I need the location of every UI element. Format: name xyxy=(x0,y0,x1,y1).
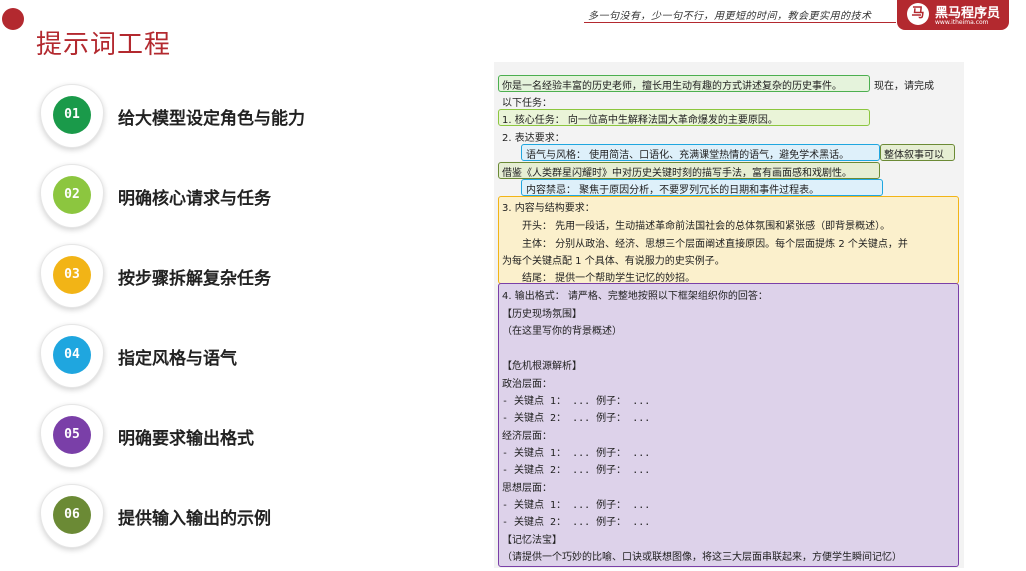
prompt-line: - 关键点 1： ... 例子： ... xyxy=(502,448,651,459)
prompt-line: 结尾： 提供一个帮助学生记忆的妙招。 xyxy=(522,273,696,284)
prompt-line: 4. 输出格式： 请严格、完整地按照以下框架组织你的回答： xyxy=(502,291,768,302)
prompt-line: 现在，请完成 xyxy=(874,81,934,92)
step-item-6: 06 提供输入输出的示例 xyxy=(40,484,480,552)
step-label: 明确核心请求与任务 xyxy=(118,189,271,209)
step-item-4: 04 指定风格与语气 xyxy=(40,324,480,392)
prompt-line: 思想层面： xyxy=(502,483,552,494)
step-number-badge: 04 xyxy=(53,336,91,374)
prompt-line: 整体叙事可以 xyxy=(884,150,944,161)
prompt-line: 1. 核心任务： 向一位高中生解释法国大革命爆发的主要原因。 xyxy=(502,115,778,126)
prompt-line: - 关键点 1： ... 例子： ... xyxy=(502,396,651,407)
slogan-underline xyxy=(584,22,896,23)
step-number-badge: 05 xyxy=(53,416,91,454)
prompt-line: - 关键点 2： ... 例子： ... xyxy=(502,413,651,424)
prompt-line: 【记忆法宝】 xyxy=(502,535,562,546)
title-bullet-dot xyxy=(2,8,24,30)
step-number-badge: 02 xyxy=(53,176,91,214)
step-item-1: 01 给大模型设定角色与能力 xyxy=(40,84,480,152)
prompt-line: 主体： 分别从政治、经济、思想三个层面阐述直接原因。每个层面提炼 2 个关键点，… xyxy=(522,239,908,250)
prompt-line: 语气与风格： 使用简洁、口语化、充满课堂热情的语气，避免学术黑话。 xyxy=(526,150,850,161)
step-label: 给大模型设定角色与能力 xyxy=(118,109,305,129)
brand-logo: 马 黑马程序员 www.itheima.com xyxy=(897,0,1009,30)
prompt-line: 以下任务： xyxy=(502,98,552,109)
step-item-3: 03 按步骤拆解复杂任务 xyxy=(40,244,480,312)
prompt-line: （在这里写你的背景概述） xyxy=(502,326,622,337)
header-slogan: 多一句没有，少一句不行，用更短的时间，教会更实用的技术 xyxy=(588,11,872,22)
step-label: 明确要求输出格式 xyxy=(118,429,254,449)
prompt-line: 借鉴《人类群星闪耀时》中对历史关键时刻的描写手法，富有画面感和戏剧性。 xyxy=(502,168,852,179)
step-number-badge: 03 xyxy=(53,256,91,294)
step-label: 按步骤拆解复杂任务 xyxy=(118,269,271,289)
prompt-line: 为每个关键点配 1 个具体、有说服力的史实例子。 xyxy=(502,256,725,267)
prompt-line: 内容禁忌： 聚焦于原因分析，不要罗列冗长的日期和事件过程表。 xyxy=(526,185,820,196)
logo-url: www.itheima.com xyxy=(935,19,989,26)
step-item-2: 02 明确核心请求与任务 xyxy=(40,164,480,232)
step-label: 提供输入输出的示例 xyxy=(118,509,271,529)
prompt-line: - 关键点 2： ... 例子： ... xyxy=(502,517,651,528)
prompt-line: 你是一名经验丰富的历史老师，擅长用生动有趣的方式讲述复杂的历史事件。 xyxy=(502,81,842,92)
prompt-line: 3. 内容与结构要求： xyxy=(502,203,595,214)
prompt-line: 【危机根源解析】 xyxy=(502,361,582,372)
prompt-line: 2. 表达要求： xyxy=(502,133,565,144)
step-number-badge: 01 xyxy=(53,96,91,134)
step-label: 指定风格与语气 xyxy=(118,349,237,369)
prompt-line: 开头： 先用一段话，生动描述革命前法国社会的总体氛围和紧张感（即背景概述）。 xyxy=(522,221,891,232)
prompt-line: - 关键点 2： ... 例子： ... xyxy=(502,465,651,476)
prompt-line: 政治层面： xyxy=(502,379,552,390)
page-title: 提示词工程 xyxy=(36,30,172,60)
horse-logo-icon: 马 xyxy=(907,3,929,25)
prompt-line: （请提供一个巧妙的比喻、口诀或联想图像，将这三大层面串联起来，方便学生瞬间记忆） xyxy=(502,552,902,563)
prompt-line: - 关键点 1： ... 例子： ... xyxy=(502,500,651,511)
prompt-line: 【历史现场氛围】 xyxy=(502,309,582,320)
step-item-5: 05 明确要求输出格式 xyxy=(40,404,480,472)
step-number-badge: 06 xyxy=(53,496,91,534)
prompt-line: 经济层面： xyxy=(502,431,552,442)
